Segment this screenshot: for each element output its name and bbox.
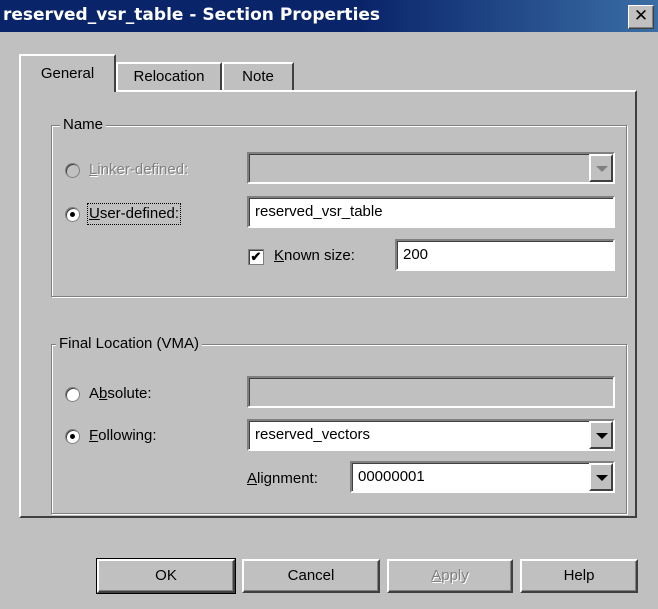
- absolute-radio[interactable]: [65, 387, 80, 402]
- following-dropdown-button[interactable]: [589, 421, 613, 449]
- final-location-group-legend: Final Location (VMA): [56, 335, 203, 353]
- tab-general-label: General: [40, 65, 95, 82]
- linker-defined-dropdown: [247, 152, 615, 184]
- user-defined-label: User-defined:: [86, 203, 182, 225]
- title-bar: reserved_vsr_table - Section Properties …: [0, 0, 658, 32]
- tab-general[interactable]: General: [19, 54, 116, 92]
- chevron-down-icon: [596, 475, 608, 481]
- following-dropdown[interactable]: reserved_vectors: [247, 419, 615, 451]
- user-defined-radio[interactable]: [65, 207, 80, 222]
- known-size-label: Known size:: [274, 247, 355, 264]
- general-tab-panel: Name Linker-defined: User-defined: reser…: [19, 90, 637, 518]
- alignment-label: Alignment:: [247, 470, 318, 487]
- help-button-label: Help: [563, 567, 595, 584]
- alignment-dropdown-button[interactable]: [589, 463, 613, 491]
- known-size-checkbox[interactable]: ✔: [248, 249, 264, 265]
- absolute-input: [247, 376, 615, 408]
- alignment-value: 00000001: [358, 468, 425, 485]
- linker-defined-label: Linker-defined:: [89, 161, 189, 178]
- cancel-button-label: Cancel: [287, 567, 335, 584]
- following-value: reserved_vectors: [255, 426, 371, 443]
- cancel-button[interactable]: Cancel: [242, 559, 380, 593]
- chevron-down-icon: [596, 433, 608, 439]
- section-properties-dialog: reserved_vsr_table - Section Properties …: [0, 0, 658, 609]
- window-title: reserved_vsr_table - Section Properties: [3, 5, 381, 25]
- apply-button-label: Apply: [431, 567, 469, 584]
- close-icon: ✕: [633, 6, 649, 26]
- absolute-label: Absolute:: [89, 385, 152, 402]
- following-label: Following:: [89, 427, 157, 444]
- linker-defined-radio[interactable]: [65, 163, 80, 178]
- apply-button: Apply: [387, 559, 513, 593]
- tab-relocation-label: Relocation: [133, 68, 205, 85]
- ok-button[interactable]: OK: [96, 558, 236, 594]
- help-button[interactable]: Help: [520, 559, 638, 593]
- chevron-down-icon: [596, 166, 608, 172]
- user-defined-input[interactable]: reserved_vsr_table: [247, 196, 615, 228]
- following-radio[interactable]: [65, 429, 80, 444]
- name-group-legend: Name: [60, 116, 107, 134]
- tab-relocation[interactable]: Relocation: [116, 62, 222, 90]
- linker-defined-dropdown-button: [589, 154, 613, 182]
- tab-note[interactable]: Note: [222, 62, 294, 90]
- checkmark-icon: ✔: [250, 249, 262, 264]
- alignment-dropdown[interactable]: 00000001: [350, 461, 615, 493]
- name-group: Name Linker-defined: User-defined: reser…: [51, 116, 627, 297]
- known-size-input[interactable]: 200: [395, 239, 615, 271]
- ok-button-label: OK: [155, 567, 177, 584]
- close-button[interactable]: ✕: [628, 5, 654, 29]
- tab-note-label: Note: [242, 68, 274, 85]
- final-location-group: Final Location (VMA) Absolute: Following…: [51, 335, 627, 514]
